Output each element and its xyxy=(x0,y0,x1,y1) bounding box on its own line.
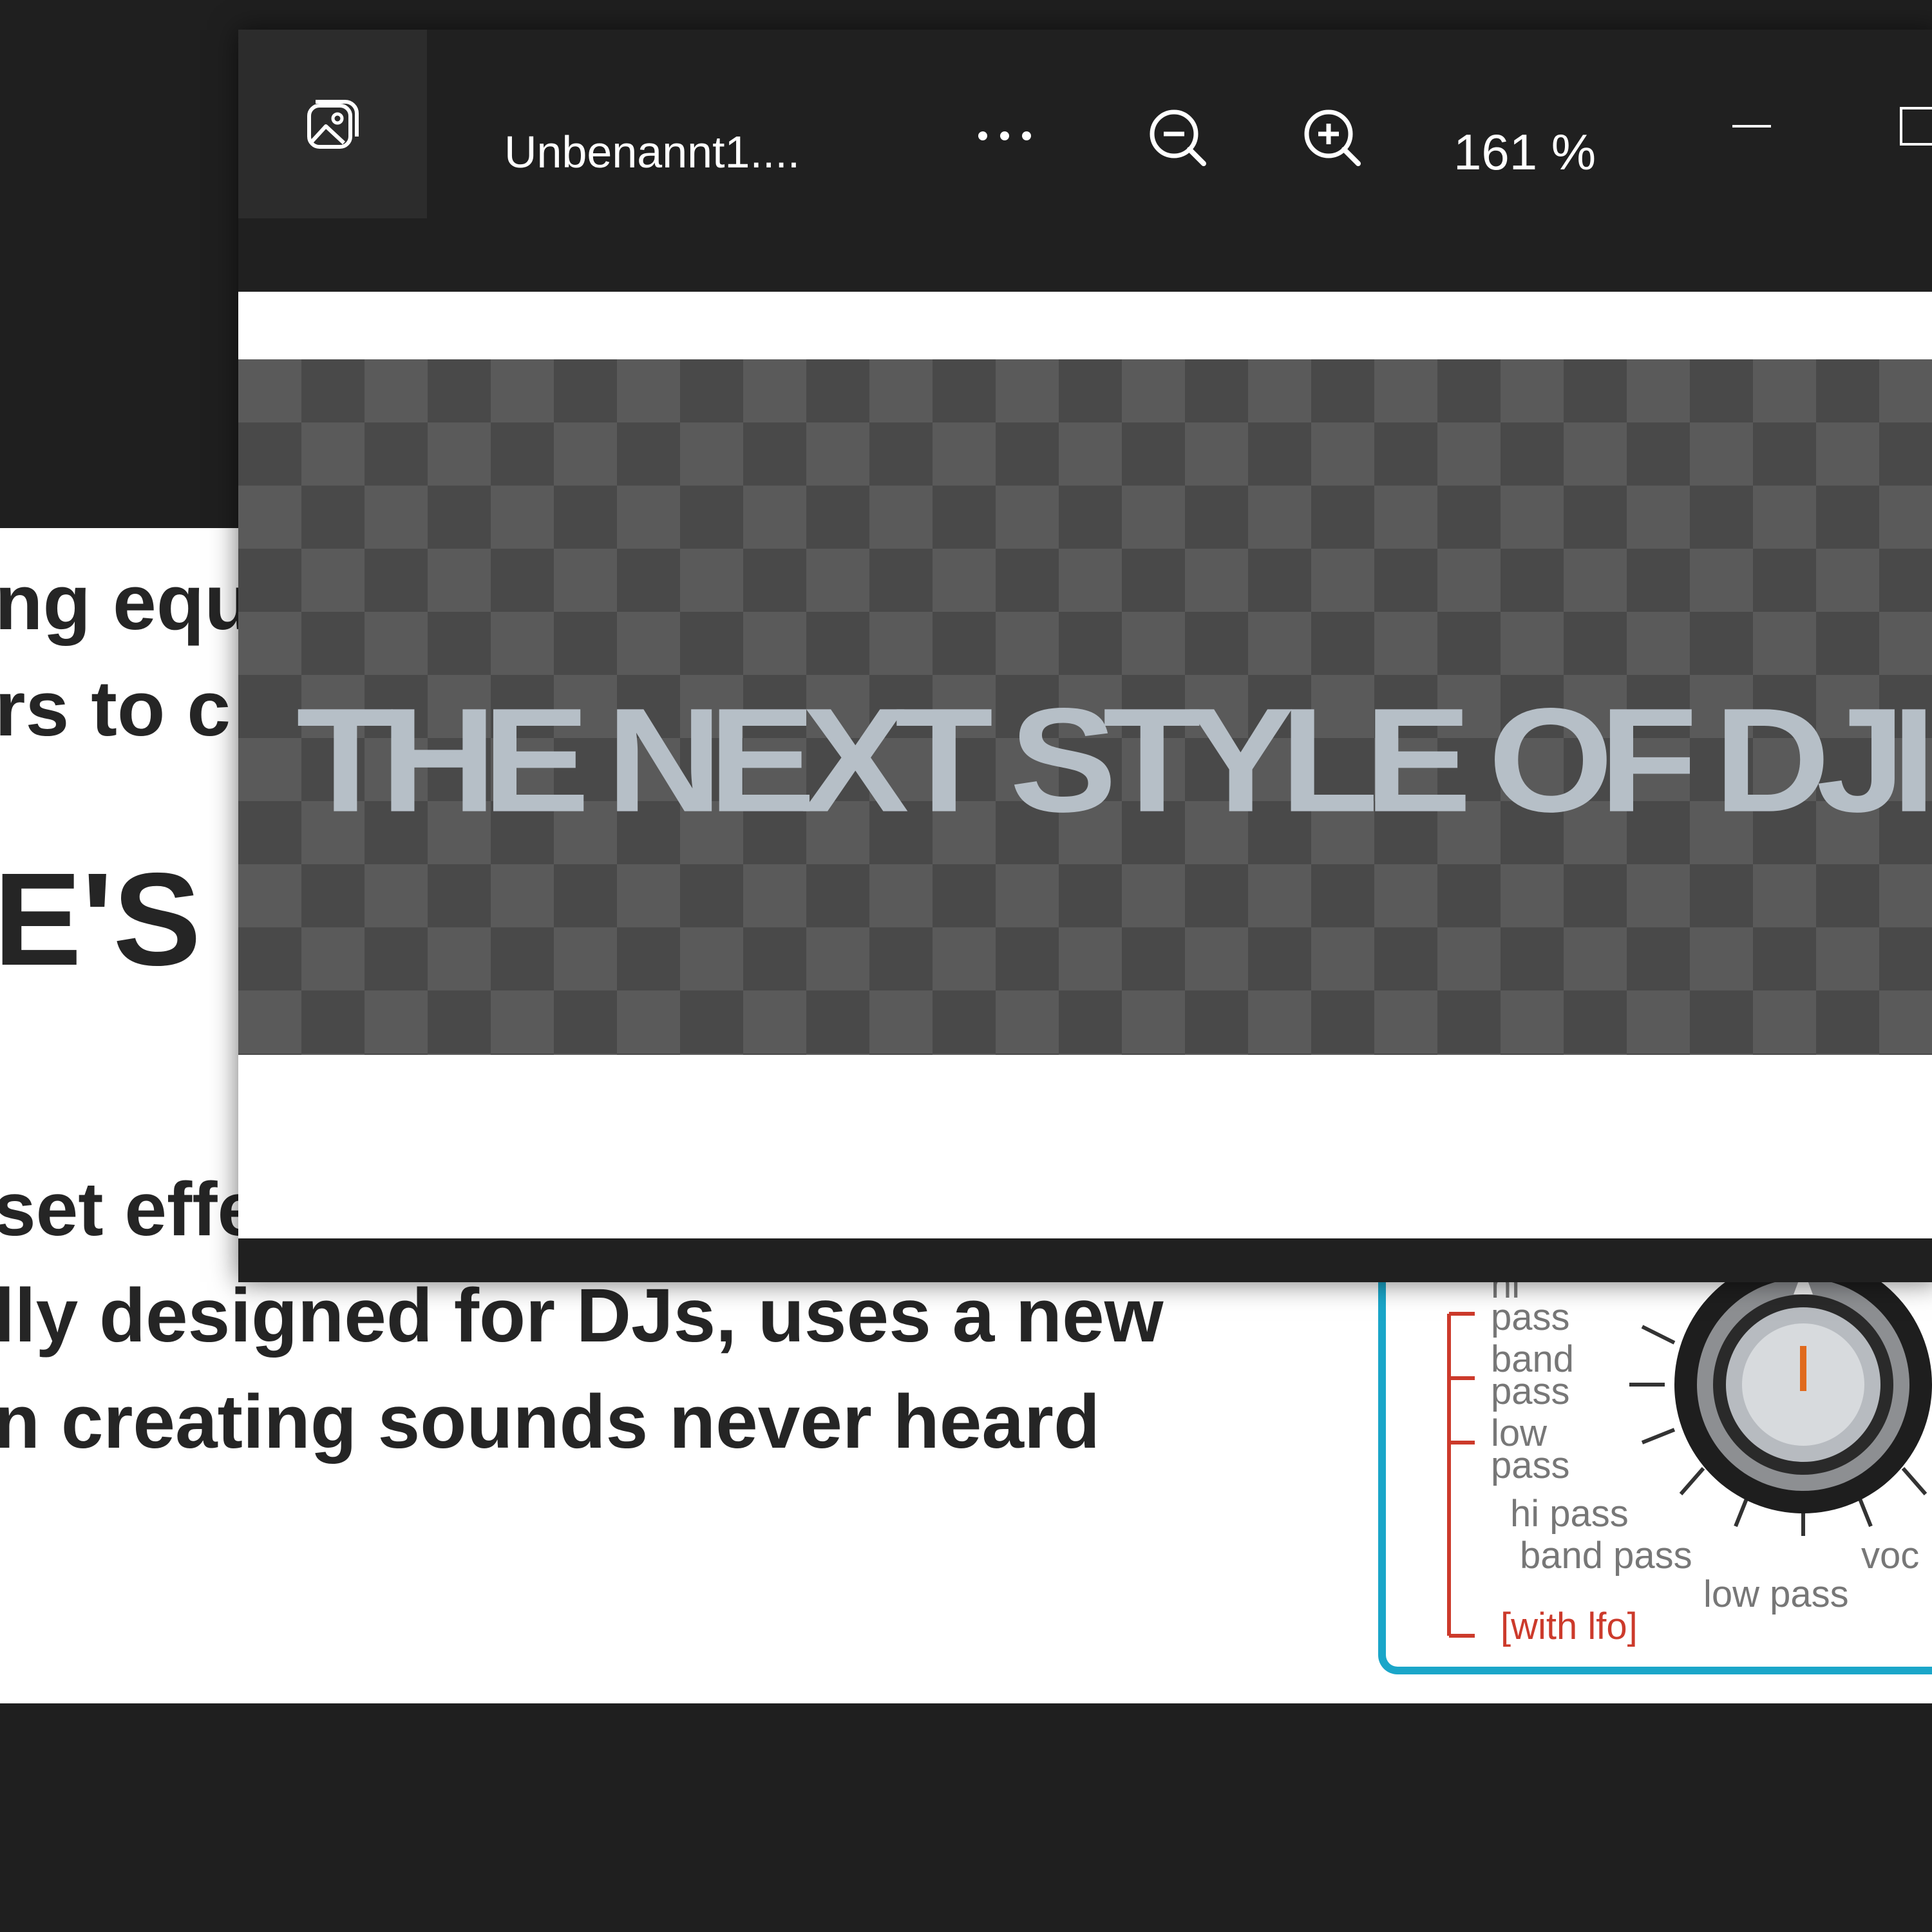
bg-text-line: rs to c xyxy=(0,665,231,752)
photos-app-button[interactable] xyxy=(238,30,427,218)
lfo-label: [with lfo] xyxy=(1501,1605,1638,1647)
file-name: Unbenannt1.... xyxy=(504,127,800,177)
diagram-label: pass xyxy=(1491,1444,1570,1486)
more-options-icon xyxy=(978,131,987,140)
zoom-level[interactable]: 161 % xyxy=(1454,123,1596,182)
minimize-icon xyxy=(1732,125,1771,128)
lfo-bracket xyxy=(1447,1312,1475,1638)
diagram-label: low pass xyxy=(1703,1573,1849,1615)
maximize-button[interactable] xyxy=(1887,94,1932,158)
diagram-label: pass xyxy=(1491,1296,1570,1338)
bg-paragraph-line: n creating sounds never heard xyxy=(0,1379,1101,1464)
image-canvas[interactable]: THE NEXT STYLE OF DJIN xyxy=(238,292,1932,1238)
photos-app-icon xyxy=(307,99,359,149)
zoom-out-icon xyxy=(1150,109,1206,166)
zoom-in-icon xyxy=(1304,109,1361,166)
zoom-in-button[interactable] xyxy=(1291,100,1375,178)
more-options-button[interactable] xyxy=(953,100,1056,171)
zoom-out-button[interactable] xyxy=(1137,100,1220,178)
maximize-icon xyxy=(1900,107,1932,146)
bg-heading: E'S xyxy=(0,846,202,993)
diagram-label: band pass xyxy=(1520,1535,1692,1577)
effect-selector-knob xyxy=(1674,1256,1932,1513)
bg-text-line: ng equ xyxy=(0,558,252,646)
bg-paragraph-line: lly designed for DJs, uses a new xyxy=(0,1273,1164,1358)
photo-viewer-window: Unbenannt1.... 161 % THE NEXT STYLE OF D… xyxy=(238,30,1932,1282)
viewer-bottom-bar xyxy=(238,1238,1932,1282)
diagram-label: pass xyxy=(1491,1370,1570,1412)
more-options-icon xyxy=(1022,131,1031,140)
more-options-icon xyxy=(1000,131,1009,140)
bg-paragraph-line: set effe xyxy=(0,1167,260,1252)
transparent-banner-image: THE NEXT STYLE OF DJIN xyxy=(238,359,1932,1055)
minimize-button[interactable] xyxy=(1713,94,1790,158)
diagram-label: hi pass xyxy=(1510,1493,1629,1535)
viewer-titlebar: Unbenannt1.... 161 % xyxy=(238,30,1932,220)
effect-selector-diagram: hi pass band pass low pass hi pass band … xyxy=(1447,1256,1932,1647)
banner-headline: THE NEXT STYLE OF DJIN xyxy=(296,677,1932,843)
diagram-label: voc xyxy=(1861,1535,1919,1577)
